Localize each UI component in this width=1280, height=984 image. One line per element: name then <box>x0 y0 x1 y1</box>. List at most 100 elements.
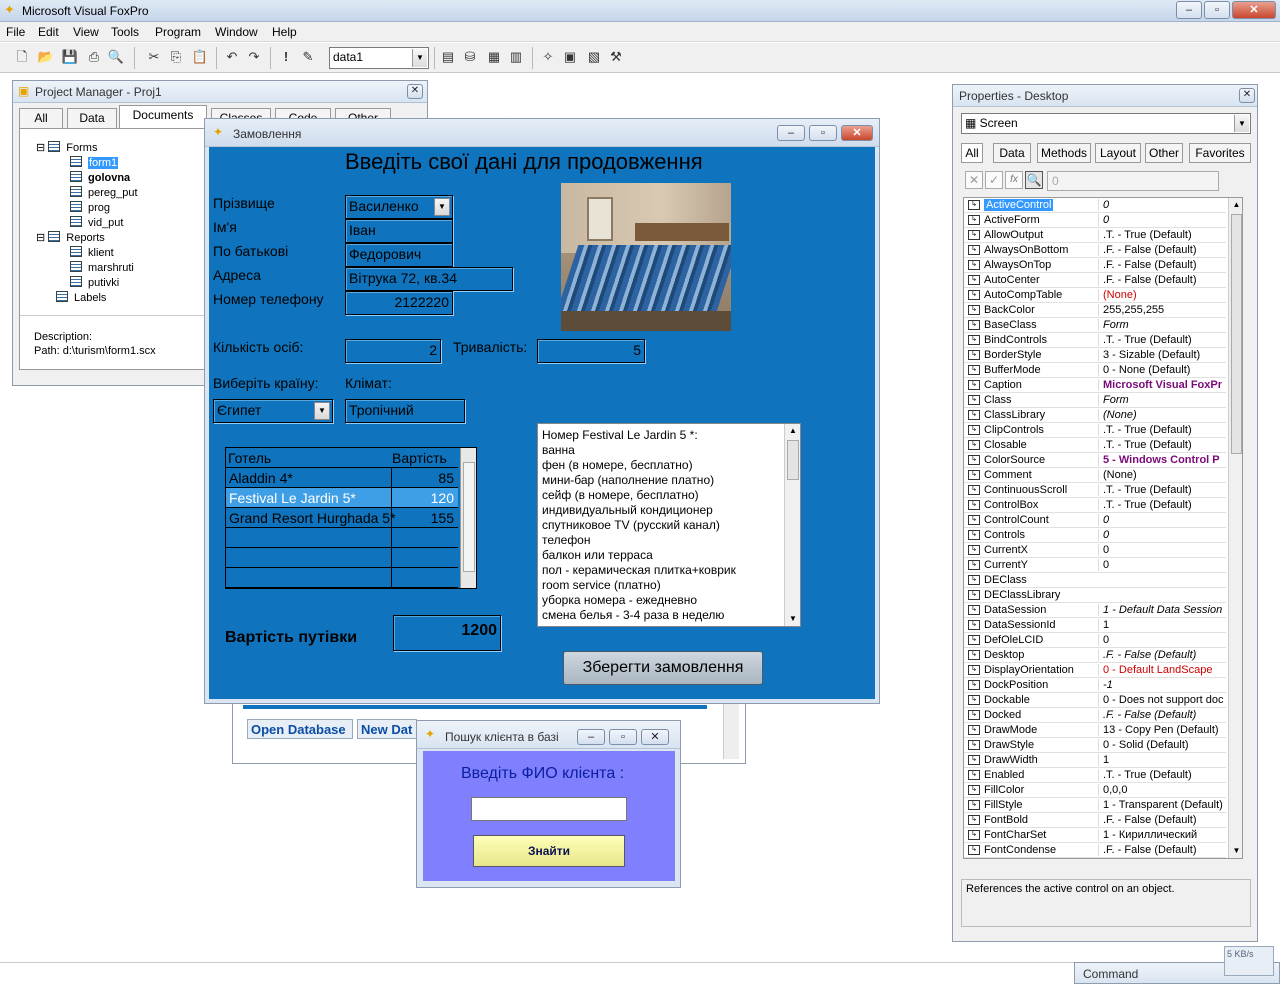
property-value[interactable]: .T. - True (Default) <box>1098 439 1224 451</box>
close-button[interactable]: ✕ <box>841 125 873 141</box>
scroll-up-icon[interactable]: ▲ <box>786 424 800 438</box>
property-row[interactable]: ↳ FontBold .F. - False (Default) <box>964 813 1226 828</box>
property-value[interactable]: 0 - Does not support docki <box>1098 694 1224 706</box>
property-value[interactable]: .F. - False (Default) <box>1098 709 1224 721</box>
property-value[interactable]: 0 - None (Default) <box>1098 364 1224 376</box>
menu-file[interactable]: File <box>6 25 25 39</box>
property-value[interactable]: .T. - True (Default) <box>1098 484 1224 496</box>
object-combo[interactable]: ▦ Screen ▼ <box>961 113 1251 134</box>
property-row[interactable]: ↳ BufferMode 0 - None (Default) <box>964 363 1226 378</box>
scroll-up-icon[interactable]: ▲ <box>1230 198 1242 212</box>
property-row[interactable]: ↳ Enabled .T. - True (Default) <box>964 768 1226 783</box>
table-row-empty[interactable] <box>226 528 458 548</box>
property-row[interactable]: ↳ ClipControls .T. - True (Default) <box>964 423 1226 438</box>
property-row[interactable]: ↳ Docked .F. - False (Default) <box>964 708 1226 723</box>
table-row[interactable]: Aladdin 4* 85 <box>226 468 458 488</box>
menu-program[interactable]: Program <box>155 25 201 39</box>
menu-tools[interactable]: Tools <box>111 25 139 39</box>
property-value[interactable]: .F. - False (Default) <box>1098 259 1224 271</box>
property-value[interactable]: .T. - True (Default) <box>1098 229 1224 241</box>
tree-item-form1[interactable]: form1 <box>70 156 119 169</box>
property-value[interactable]: (None) <box>1098 469 1224 481</box>
close-icon[interactable]: ✕ <box>407 84 423 99</box>
property-value[interactable]: .T. - True (Default) <box>1098 499 1224 511</box>
property-value[interactable]: 1 <box>1098 619 1224 631</box>
property-row[interactable]: ↳ DrawMode 13 - Copy Pen (Default) <box>964 723 1226 738</box>
properties-icon[interactable]: ▦ <box>484 47 504 67</box>
property-row[interactable]: ↳ AutoCenter .F. - False (Default) <box>964 273 1226 288</box>
property-row[interactable]: ↳ DEClassLibrary <box>964 588 1226 603</box>
tab-methods[interactable]: Methods <box>1037 143 1091 163</box>
room-info-scrollbar[interactable]: ▲ ▼ <box>784 424 800 626</box>
address-field[interactable]: Вітрука 72, кв.34 <box>345 267 513 291</box>
name-field[interactable]: Іван <box>345 219 453 243</box>
undo-icon[interactable]: ↶ <box>222 47 242 67</box>
new-database-link[interactable]: New Dat <box>357 719 417 739</box>
property-value[interactable]: 1 - Default Data Session <box>1098 604 1224 616</box>
tree-item-marshruti[interactable]: marshruti <box>70 261 134 274</box>
property-row[interactable]: ↳ BorderStyle 3 - Sizable (Default) <box>964 348 1226 363</box>
accept-icon[interactable]: ✓ <box>985 171 1003 189</box>
property-row[interactable]: ↳ ColorSource 5 - Windows Control P <box>964 453 1226 468</box>
property-value[interactable]: 1 - Кириллический <box>1098 829 1224 841</box>
code-window-icon[interactable]: ▥ <box>506 47 526 67</box>
table-row-empty[interactable] <box>226 548 458 568</box>
surname-combo[interactable]: Василенко ▼ <box>345 195 453 219</box>
persons-field[interactable]: 2 <box>345 339 441 363</box>
patronymic-field[interactable]: Федорович <box>345 243 453 267</box>
property-value[interactable]: 1 - Transparent (Default) <box>1098 799 1224 811</box>
property-row[interactable]: ↳ DefOleLCID 0 <box>964 633 1226 648</box>
property-row[interactable]: ↳ DataSessionId 1 <box>964 618 1226 633</box>
paste-icon[interactable]: 📋 <box>190 47 210 67</box>
property-value[interactable]: 1 <box>1098 754 1224 766</box>
function-icon[interactable]: fx <box>1005 171 1023 189</box>
property-row[interactable]: ↳ ContinuousScroll .T. - True (Default) <box>964 483 1226 498</box>
property-value[interactable]: .F. - False (Default) <box>1098 274 1224 286</box>
phone-field[interactable]: 2122220 <box>345 291 453 315</box>
property-value[interactable]: .T. - True (Default) <box>1098 424 1224 436</box>
tree-item-putivki[interactable]: putivki <box>70 276 119 289</box>
print-icon[interactable]: ⎙ <box>84 47 104 67</box>
tab-favorites[interactable]: Favorites <box>1189 143 1251 163</box>
tab-documents[interactable]: Documents <box>119 105 207 128</box>
table-row[interactable]: Grand Resort Hurghada 5* 155 <box>226 508 458 528</box>
property-value[interactable]: 0 <box>1098 559 1224 571</box>
copy-icon[interactable]: ⎘ <box>166 47 186 67</box>
property-row[interactable]: ↳ ActiveControl 0 <box>964 198 1226 213</box>
report-icon[interactable]: ▣ <box>560 47 580 67</box>
property-row[interactable]: ↳ ControlBox .T. - True (Default) <box>964 498 1226 513</box>
table-row-selected[interactable]: Festival Le Jardin 5* 120 <box>226 488 458 508</box>
property-value-box[interactable]: 0 <box>1047 171 1219 191</box>
redo-icon[interactable]: ↷ <box>244 47 264 67</box>
tree-labels-node[interactable]: Labels <box>56 291 106 304</box>
property-value[interactable]: (None) <box>1098 289 1224 301</box>
property-row[interactable]: ↳ CurrentY 0 <box>964 558 1226 573</box>
property-row[interactable]: ↳ ActiveForm 0 <box>964 213 1226 228</box>
property-row[interactable]: ↳ Controls 0 <box>964 528 1226 543</box>
chevron-down-icon[interactable]: ▼ <box>434 198 450 216</box>
properties-scroll-thumb[interactable] <box>1231 214 1242 454</box>
property-value[interactable]: 3 - Sizable (Default) <box>1098 349 1224 361</box>
property-value[interactable]: 255,255,255 <box>1098 304 1224 316</box>
property-row[interactable]: ↳ AutoCompTable (None) <box>964 288 1226 303</box>
grid-header-hotel[interactable]: Готель <box>228 450 271 466</box>
tree-item-pereg-put[interactable]: pereg_put <box>70 186 138 199</box>
property-value[interactable]: 0 - Default LandScape <box>1098 664 1224 676</box>
property-value[interactable]: .T. - True (Default) <box>1098 334 1224 346</box>
grid-scroll-thumb[interactable] <box>463 462 475 572</box>
chevron-down-icon[interactable]: ▼ <box>1234 115 1249 132</box>
property-value[interactable]: 0,0,0 <box>1098 784 1224 796</box>
property-value[interactable]: 0 <box>1098 544 1224 556</box>
close-button[interactable]: ✕ <box>1232 1 1276 19</box>
hotels-grid[interactable]: Готель Вартість Aladdin 4* 85 Festival L… <box>225 447 477 589</box>
wizard-icon[interactable]: ✧ <box>538 47 558 67</box>
menu-window[interactable]: Window <box>215 25 258 39</box>
menu-edit[interactable]: Edit <box>38 25 59 39</box>
property-value[interactable]: .F. - False (Default) <box>1098 649 1224 661</box>
property-row[interactable]: ↳ Caption Microsoft Visual FoxPr <box>964 378 1226 393</box>
property-row[interactable]: ↳ BindControls .T. - True (Default) <box>964 333 1226 348</box>
property-row[interactable]: ↳ Closable .T. - True (Default) <box>964 438 1226 453</box>
property-row[interactable]: ↳ FillStyle 1 - Transparent (Default) <box>964 798 1226 813</box>
property-row[interactable]: ↳ Dockable 0 - Does not support docki <box>964 693 1226 708</box>
minimize-button[interactable]: – <box>777 125 805 141</box>
